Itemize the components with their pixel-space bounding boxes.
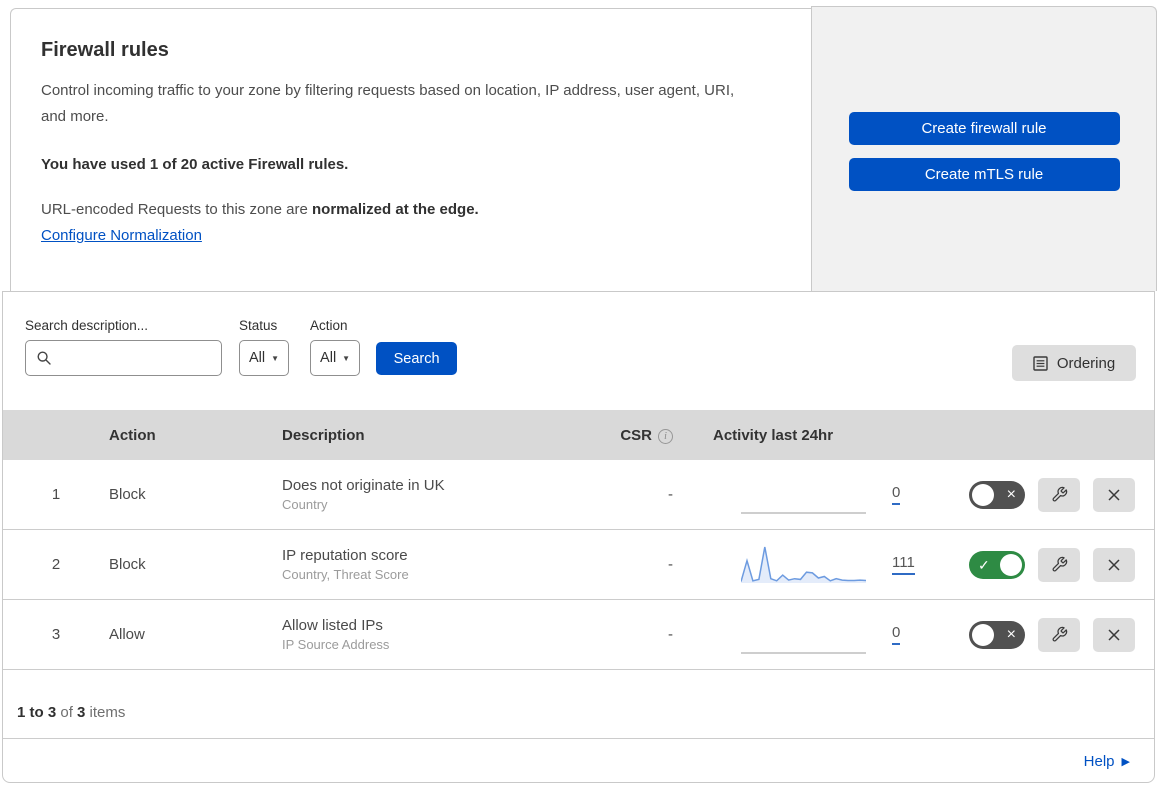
chevron-down-icon: ▼ xyxy=(342,353,351,363)
activity-count-link[interactable]: 111 xyxy=(892,554,915,575)
rules-list-card: Search description... Status All ▼ Actio… xyxy=(2,291,1155,783)
activity-count-link[interactable]: 0 xyxy=(892,624,901,645)
table-row: 3 Allow Allow listed IPs IP Source Addre… xyxy=(3,600,1154,670)
csr-header-label: CSR xyxy=(620,426,652,444)
action-column-header: Action xyxy=(109,426,156,444)
activity-column-header: Activity last 24hr xyxy=(713,426,834,444)
close-icon xyxy=(1108,628,1120,641)
toggle-knob xyxy=(972,483,994,506)
rule-csr-value: - xyxy=(668,556,673,573)
create-firewall-rule-button[interactable]: Create firewall rule xyxy=(848,112,1120,145)
activity-count-link[interactable]: 0 xyxy=(892,484,901,505)
rule-expression-fields: Country xyxy=(282,497,328,512)
rule-description: IP reputation score xyxy=(282,547,408,564)
activity-sparkline xyxy=(741,651,866,654)
search-label: Search description... xyxy=(25,318,149,333)
edit-rule-button[interactable] xyxy=(1038,477,1080,512)
help-link[interactable]: Help ▶ xyxy=(1084,753,1130,770)
items-text: items xyxy=(85,704,126,721)
arrow-right-icon: ▶ xyxy=(1121,755,1130,768)
normalization-bold-text: normalized at the edge. xyxy=(312,201,479,218)
rule-enabled-toggle[interactable]: × xyxy=(969,620,1025,649)
chevron-down-icon: ▼ xyxy=(271,353,280,363)
search-button[interactable]: Search xyxy=(376,342,458,375)
rule-description: Allow listed IPs xyxy=(282,617,383,634)
search-icon xyxy=(37,351,51,365)
toggle-state-icon: × xyxy=(1006,625,1016,643)
search-input[interactable] xyxy=(52,350,221,366)
filter-bar: Search description... Status All ▼ Actio… xyxy=(3,292,1154,410)
help-label: Help xyxy=(1083,752,1115,770)
rule-action: Block xyxy=(109,556,146,573)
rule-enabled-toggle[interactable]: × xyxy=(969,480,1025,509)
create-mtls-rule-button[interactable]: Create mTLS rule xyxy=(848,158,1120,191)
rule-csr-value: - xyxy=(668,626,673,643)
page-description: Control incoming traffic to your zone by… xyxy=(41,82,735,125)
rule-expression-fields: Country, Threat Score xyxy=(282,567,409,582)
wrench-icon xyxy=(1052,626,1067,642)
wrench-icon xyxy=(1052,556,1067,572)
toggle-state-icon: × xyxy=(1006,485,1016,503)
items-range: 1 to 3 xyxy=(17,704,57,721)
activity-sparkline xyxy=(741,546,866,583)
delete-rule-button[interactable] xyxy=(1093,547,1135,582)
rule-csr-value: - xyxy=(668,486,673,503)
normalization-text: URL-encoded Requests to this zone are xyxy=(41,201,312,218)
wrench-icon xyxy=(1052,486,1067,502)
rule-action: Allow xyxy=(109,626,145,643)
toggle-state-icon: ✓ xyxy=(978,556,990,573)
table-row: 1 Block Does not originate in UK Country… xyxy=(3,460,1154,530)
toggle-knob xyxy=(972,623,994,646)
edit-rule-button[interactable] xyxy=(1038,547,1080,582)
page-title: Firewall rules xyxy=(41,39,169,61)
actions-panel: Create firewall rule Create mTLS rule xyxy=(811,6,1157,291)
ordering-button[interactable]: Ordering xyxy=(1012,345,1136,381)
rule-priority: 3 xyxy=(51,626,61,643)
normalization-note: URL-encoded Requests to this zone are no… xyxy=(41,201,781,218)
status-label: Status xyxy=(239,318,278,333)
activity-sparkline xyxy=(741,511,866,514)
info-icon[interactable]: i xyxy=(658,428,673,444)
close-icon xyxy=(1108,488,1120,501)
rule-enabled-toggle[interactable]: ✓ xyxy=(969,550,1025,579)
table-row: 2 Block IP reputation score Country, Thr… xyxy=(3,530,1154,600)
rule-expression-fields: IP Source Address xyxy=(282,637,390,652)
action-selected-value: All xyxy=(320,350,337,366)
rule-priority: 2 xyxy=(51,556,61,573)
csr-column-header: CSR i xyxy=(562,427,713,444)
description-column-header: Description xyxy=(282,426,365,444)
ordering-button-label: Ordering xyxy=(1056,354,1116,372)
close-icon xyxy=(1108,558,1120,571)
list-icon xyxy=(1033,355,1048,371)
rule-description: Does not originate in UK xyxy=(282,477,445,494)
usage-note: You have used 1 of 20 active Firewall ru… xyxy=(41,156,349,173)
help-footer: Help ▶ xyxy=(3,738,1154,783)
status-selected-value: All xyxy=(249,350,266,366)
delete-rule-button[interactable] xyxy=(1093,477,1135,512)
configure-normalization-link[interactable]: Configure Normalization xyxy=(41,227,202,244)
firewall-rules-page: Firewall rules Control incoming traffic … xyxy=(0,0,1161,791)
table-header-row: Action Description CSR i Activity last 24… xyxy=(3,410,1154,460)
edit-rule-button[interactable] xyxy=(1038,617,1080,652)
toggle-knob xyxy=(1000,553,1022,576)
delete-rule-button[interactable] xyxy=(1093,617,1135,652)
intro-card: Firewall rules Control incoming traffic … xyxy=(10,8,811,291)
action-filter-label: Action xyxy=(310,318,348,333)
status-dropdown[interactable]: All ▼ xyxy=(239,340,290,376)
action-dropdown[interactable]: All ▼ xyxy=(310,340,361,376)
pagination-summary: 1 to 3 of 3 items xyxy=(3,670,1154,738)
search-box xyxy=(25,340,222,376)
items-of-text: of xyxy=(56,704,78,721)
rule-priority: 1 xyxy=(51,486,61,503)
rule-action: Block xyxy=(109,486,146,503)
